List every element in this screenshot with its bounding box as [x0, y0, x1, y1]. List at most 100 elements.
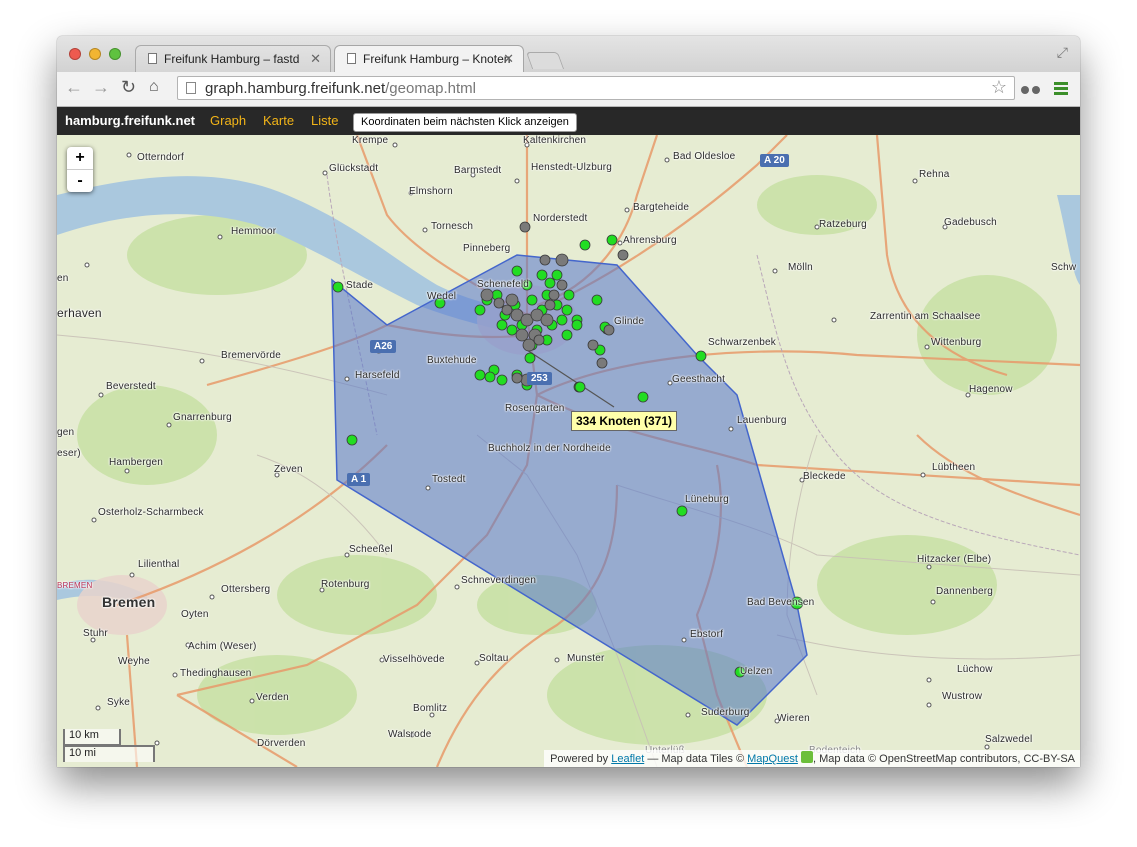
place-label: Wustrow — [942, 691, 983, 702]
place-label: Salzwedel — [985, 734, 1033, 745]
tab-fastd[interactable]: Freifunk Hamburg – fastd ✕ — [135, 45, 331, 72]
site-navigation: hamburg.freifunk.net Graph Karte Liste K… — [57, 107, 1080, 135]
place-label: Beverstedt — [106, 381, 156, 392]
place-label: Buxtehude — [427, 355, 477, 366]
coordinates-button[interactable]: Koordinaten beim nächsten Klick anzeigen — [353, 113, 577, 132]
place-label: en — [57, 273, 69, 284]
place-label: Buchholz in der Nordheide — [488, 443, 611, 454]
leaflet-link[interactable]: Leaflet — [611, 753, 644, 765]
tab-title: Freifunk Hamburg – fastd — [164, 52, 300, 66]
place-label: Dörverden — [257, 738, 306, 749]
address-bar[interactable]: graph.hamburg.freifunk.net/geomap.html ☆ — [177, 76, 1015, 100]
place-label: Zarrentin am Schaalsee — [870, 311, 981, 322]
attribution-prefix: Powered by — [550, 753, 609, 765]
place-label: Bomlitz — [413, 703, 448, 714]
place-label: Stade — [346, 280, 374, 291]
zoom-in-button[interactable]: + — [67, 147, 93, 170]
place-label: Thedinghausen — [180, 668, 252, 679]
place-label: Munster — [567, 653, 605, 664]
tab-strip: Freifunk Hamburg – fastd ✕ Freifunk Hamb… — [57, 36, 1080, 72]
zoom-window-icon[interactable] — [109, 48, 121, 60]
place-label: Oyten — [181, 609, 209, 620]
place-label: Bad Oldesloe — [673, 151, 736, 162]
place-label: Tostedt — [432, 474, 466, 485]
back-icon[interactable]: ← — [65, 77, 83, 98]
place-label: Elmshorn — [409, 186, 453, 197]
place-label: Bremervörde — [221, 350, 281, 361]
place-label: Lüneburg — [685, 494, 729, 505]
url-host: graph.hamburg.freifunk.net — [205, 80, 386, 97]
forward-icon[interactable]: → — [92, 77, 110, 98]
place-label: Suderburg — [701, 707, 750, 718]
new-tab-button[interactable] — [525, 52, 565, 69]
home-icon[interactable]: ⌂ — [149, 78, 159, 96]
page-icon — [186, 82, 196, 94]
place-label: Glinde — [614, 316, 645, 327]
nav-link-graph[interactable]: Graph — [210, 113, 246, 128]
place-label: gen — [57, 427, 75, 438]
place-label: Hambergen — [109, 457, 164, 468]
menu-icon[interactable] — [1054, 82, 1068, 97]
tab-knoten[interactable]: Freifunk Hamburg – Knoten ✕ — [334, 45, 524, 72]
attribution-tiles: — Map data Tiles © — [647, 753, 745, 765]
minimize-window-icon[interactable] — [89, 48, 101, 60]
place-label: Barmstedt — [454, 165, 502, 176]
bookmark-star-icon[interactable]: ☆ — [991, 77, 1007, 98]
place-label: Ottersberg — [221, 584, 271, 595]
place-label: Syke — [107, 697, 131, 708]
place-label: Wittenburg — [931, 337, 982, 348]
place-label: Kaltenkirchen — [523, 135, 587, 146]
map-view[interactable]: Krempe Kaltenkirchen Otterndorf Bad Olde… — [57, 135, 1080, 767]
mapquest-link[interactable]: MapQuest — [747, 753, 798, 765]
mapquest-logo-icon — [800, 751, 813, 763]
place-label: Schneverdingen — [461, 575, 537, 586]
place-label: Harsefeld — [355, 370, 400, 381]
attribution-osm: , Map data © OpenStreetMap contributors,… — [812, 753, 1075, 765]
scale-bar-mi: 10 mi — [63, 745, 155, 762]
place-label: Bad Bevensen — [747, 597, 815, 608]
place-label: Otterndorf — [137, 152, 185, 163]
place-label: Lauenburg — [737, 415, 787, 426]
place-label: Gadebusch — [944, 217, 997, 228]
place-label: Weyhe — [118, 656, 150, 667]
place-label: Glückstadt — [329, 163, 379, 174]
highway-shield: A26 — [370, 340, 397, 353]
place-label: Bargteheide — [633, 202, 690, 213]
browser-toolbar: ← → ↻ ⌂ graph.hamburg.freifunk.net/geoma… — [57, 72, 1080, 107]
extension-icon[interactable] — [1021, 81, 1041, 97]
place-label: erhaven — [57, 306, 102, 320]
cluster-tooltip: 334 Knoten (371) — [571, 411, 678, 431]
place-label: Ebstorf — [690, 629, 724, 640]
place-label: Hagenow — [969, 384, 1013, 395]
site-brand[interactable]: hamburg.freifunk.net — [65, 113, 195, 128]
place-label: Schenefeld — [477, 279, 530, 290]
place-label: Verden — [256, 692, 289, 703]
place-label: Dannenberg — [936, 586, 994, 597]
place-label: Rosengarten — [505, 403, 565, 414]
place-label: Wieren — [777, 713, 810, 724]
zoom-out-button[interactable]: - — [67, 170, 93, 192]
browser-window: Freifunk Hamburg – fastd ✕ Freifunk Hamb… — [57, 36, 1080, 767]
close-tab-icon[interactable]: ✕ — [503, 51, 514, 67]
place-label: Geesthacht — [672, 374, 726, 385]
zoom-control: + - — [67, 147, 93, 192]
place-label: Zeven — [274, 464, 303, 475]
nav-link-liste[interactable]: Liste — [311, 113, 338, 128]
place-label: Uelzen — [740, 666, 773, 677]
place-label: Norderstedt — [533, 213, 588, 224]
place-label: Tornesch — [431, 221, 474, 232]
reload-icon[interactable]: ↻ — [121, 77, 136, 98]
close-tab-icon[interactable]: ✕ — [310, 51, 321, 67]
place-label: Osterholz-Scharmbeck — [98, 507, 204, 518]
place-label: Soltau — [479, 653, 509, 664]
close-window-icon[interactable] — [69, 48, 81, 60]
place-label: Wedel — [427, 291, 457, 302]
place-label: Lüchow — [957, 664, 993, 675]
place-label: Achim (Weser) — [188, 641, 257, 652]
place-label: Pinneberg — [463, 243, 511, 254]
fullscreen-icon[interactable]: ⤢ — [1057, 44, 1068, 61]
place-label: Stuhr — [83, 628, 108, 639]
place-label: Walsrode — [388, 729, 432, 740]
nav-link-karte[interactable]: Karte — [263, 113, 294, 128]
place-label: Scheeßel — [349, 544, 393, 555]
